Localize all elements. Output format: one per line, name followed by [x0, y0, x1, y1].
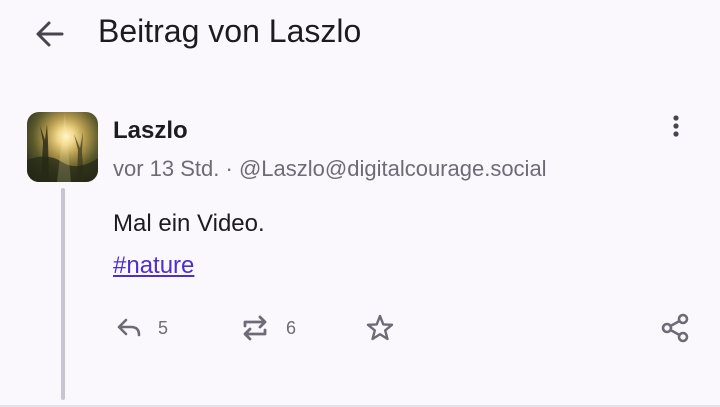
author-handle[interactable]: @Laszlo@digitalcourage.social	[239, 156, 547, 181]
star-icon	[366, 314, 394, 341]
more-options-button[interactable]	[660, 110, 692, 142]
avatar[interactable]	[27, 112, 98, 182]
meta-separator: ·	[225, 156, 233, 181]
more-vert-icon	[673, 115, 679, 137]
top-app-bar: Beitrag von Laszlo	[0, 0, 720, 66]
post-meta: vor 13 Std. · @Laszlo@digitalcourage.soc…	[113, 156, 547, 182]
back-button[interactable]	[30, 14, 70, 54]
post-content: Mal ein Video.	[113, 210, 265, 237]
thread-line	[61, 188, 65, 400]
share-icon	[661, 313, 689, 343]
boost-count: 6	[286, 317, 297, 338]
hashtag-link[interactable]: #nature	[113, 252, 194, 280]
favourite-button[interactable]	[364, 310, 396, 346]
share-button[interactable]	[658, 310, 692, 346]
reply-button[interactable]: 5	[114, 310, 168, 346]
page-title: Beitrag von Laszlo	[98, 13, 362, 49]
author-name[interactable]: Laszlo	[113, 117, 188, 145]
avatar-forest-image	[27, 112, 98, 182]
boost-button[interactable]: 6	[238, 310, 296, 346]
repeat-icon	[243, 315, 267, 341]
arrow-left-icon	[36, 21, 64, 47]
reply-count: 5	[158, 317, 169, 338]
post-time: vor 13 Std.	[113, 156, 220, 181]
reply-icon	[117, 318, 141, 337]
